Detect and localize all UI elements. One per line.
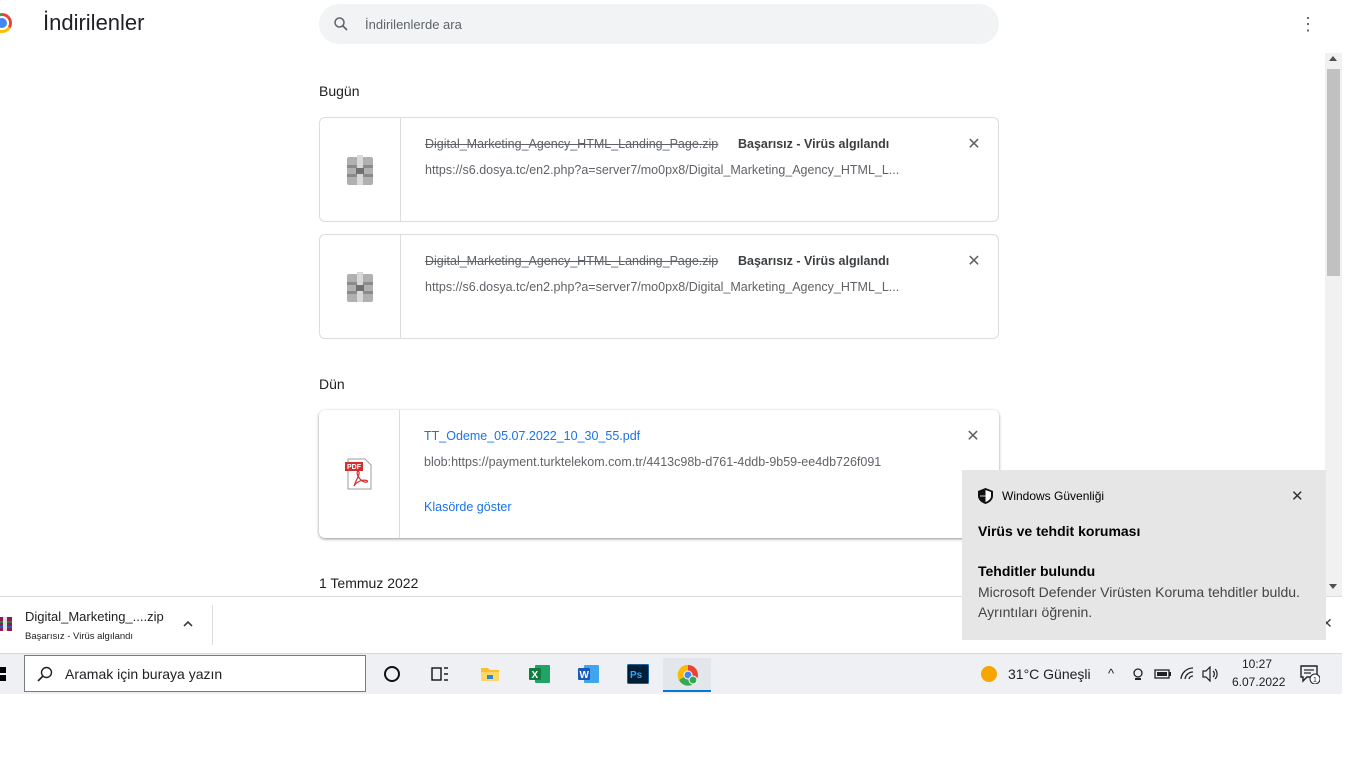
- chrome-logo-icon: [0, 13, 12, 33]
- clock-date[interactable]: 6.07.2022: [1232, 675, 1285, 689]
- notification-count: 1: [1313, 677, 1317, 684]
- search-icon: [37, 666, 53, 682]
- shelf-file-name[interactable]: Digital_Marketing_....zip: [25, 609, 164, 624]
- section-label-july-1: 1 Temmuz 2022: [319, 575, 419, 591]
- chrome-icon: [677, 664, 698, 686]
- file-name-link[interactable]: TT_Odeme_05.07.2022_10_30_55.pdf: [424, 429, 640, 443]
- file-url[interactable]: blob:https://payment.turktelekom.com.tr/…: [424, 455, 881, 469]
- task-view-icon: [431, 667, 448, 681]
- weather-sun-icon[interactable]: [981, 666, 997, 682]
- scroll-up-arrow-icon[interactable]: [1329, 56, 1337, 61]
- shelf-file-status: Başarısız - Virüs algılandı: [25, 631, 134, 642]
- file-url[interactable]: https://s6.dosya.tc/en2.php?a=server7/mo…: [425, 163, 899, 177]
- page-title: İndirilenler: [43, 10, 145, 35]
- divider: [212, 605, 213, 645]
- excel-icon: X: [529, 665, 550, 683]
- close-toast-button[interactable]: ✕: [1291, 487, 1304, 505]
- taskbar-search-placeholder: Aramak için buraya yazın: [65, 666, 223, 682]
- file-name: Digital_Marketing_Agency_HTML_Landing_Pa…: [425, 137, 719, 151]
- meet-now-icon[interactable]: [1131, 667, 1145, 681]
- cortana-button[interactable]: [368, 658, 416, 692]
- toast-body: Microsoft Defender Virüsten Koruma tehdi…: [978, 584, 1300, 620]
- more-options-icon[interactable]: ⋮: [1296, 12, 1320, 36]
- toast-title: Tehditler bulundu: [978, 563, 1096, 579]
- search-input[interactable]: [365, 4, 965, 44]
- photoshop-icon: Ps: [627, 664, 649, 684]
- archive-icon: [0, 617, 12, 631]
- search-box[interactable]: [319, 4, 999, 44]
- action-center-icon[interactable]: 1: [1300, 664, 1320, 684]
- folder-icon: [481, 668, 499, 681]
- file-icon-column: [320, 235, 401, 338]
- photoshop-button[interactable]: Ps: [613, 658, 661, 692]
- wifi-icon[interactable]: [1180, 667, 1196, 681]
- remove-download-button[interactable]: ✕: [966, 254, 982, 270]
- archive-icon: [347, 155, 373, 185]
- file-url[interactable]: https://s6.dosya.tc/en2.php?a=server7/mo…: [425, 280, 899, 294]
- battery-icon[interactable]: [1154, 667, 1172, 681]
- volume-icon[interactable]: [1202, 666, 1220, 682]
- taskbar-search-box[interactable]: Aramak için buraya yazın: [24, 655, 366, 692]
- clock-time[interactable]: 10:27: [1242, 657, 1272, 671]
- scroll-down-arrow-icon[interactable]: [1329, 584, 1337, 589]
- show-in-folder-link[interactable]: Klasörde göster: [424, 500, 512, 514]
- word-icon: W: [578, 665, 599, 683]
- chevron-up-icon[interactable]: [181, 617, 195, 631]
- file-icon-column: PDF: [319, 410, 400, 538]
- remove-download-button[interactable]: ✕: [966, 137, 982, 153]
- download-status: Başarısız - Virüs algılandı: [738, 254, 890, 268]
- file-name: Digital_Marketing_Agency_HTML_Landing_Pa…: [425, 254, 719, 268]
- windows-start-icon[interactable]: [0, 667, 6, 681]
- file-explorer-button[interactable]: [466, 658, 514, 692]
- notification-toast[interactable]: Windows Güvenliği ✕ Virüs ve tehdit koru…: [962, 470, 1326, 640]
- download-card: PDF TT_Odeme_05.07.2022_10_30_55.pdf blo…: [319, 410, 999, 538]
- weather-text[interactable]: 31°C Güneşli: [1008, 666, 1091, 682]
- shield-icon: [978, 488, 993, 504]
- windows-taskbar: Aramak için buraya yazın X W Ps 31°C Gün…: [0, 653, 1342, 694]
- word-button[interactable]: W: [564, 658, 612, 692]
- download-card: Digital_Marketing_Agency_HTML_Landing_Pa…: [319, 117, 999, 222]
- download-card: Digital_Marketing_Agency_HTML_Landing_Pa…: [319, 234, 999, 339]
- toast-heading: Virüs ve tehdit koruması: [978, 523, 1141, 539]
- download-status: Başarısız - Virüs algılandı: [738, 137, 890, 151]
- excel-button[interactable]: X: [515, 658, 563, 692]
- svg-text:PDF: PDF: [347, 464, 362, 471]
- archive-icon: [347, 272, 373, 302]
- file-icon-column: [320, 118, 401, 221]
- cortana-icon: [384, 666, 400, 682]
- section-label-today: Bugün: [319, 83, 360, 99]
- chrome-taskbar-button[interactable]: [663, 658, 711, 692]
- scrollbar-thumb[interactable]: [1327, 69, 1340, 276]
- section-label-yesterday: Dün: [319, 376, 345, 392]
- remove-download-button[interactable]: ✕: [965, 429, 981, 445]
- svg-text:W: W: [580, 670, 590, 681]
- chevron-up-icon[interactable]: ^: [1108, 666, 1114, 681]
- toast-app-name: Windows Güvenliği: [1002, 489, 1105, 503]
- search-icon: [334, 17, 348, 31]
- svg-text:Ps: Ps: [630, 670, 643, 681]
- svg-text:X: X: [532, 670, 539, 681]
- pdf-icon: PDF: [345, 458, 372, 490]
- task-view-button[interactable]: [416, 658, 464, 692]
